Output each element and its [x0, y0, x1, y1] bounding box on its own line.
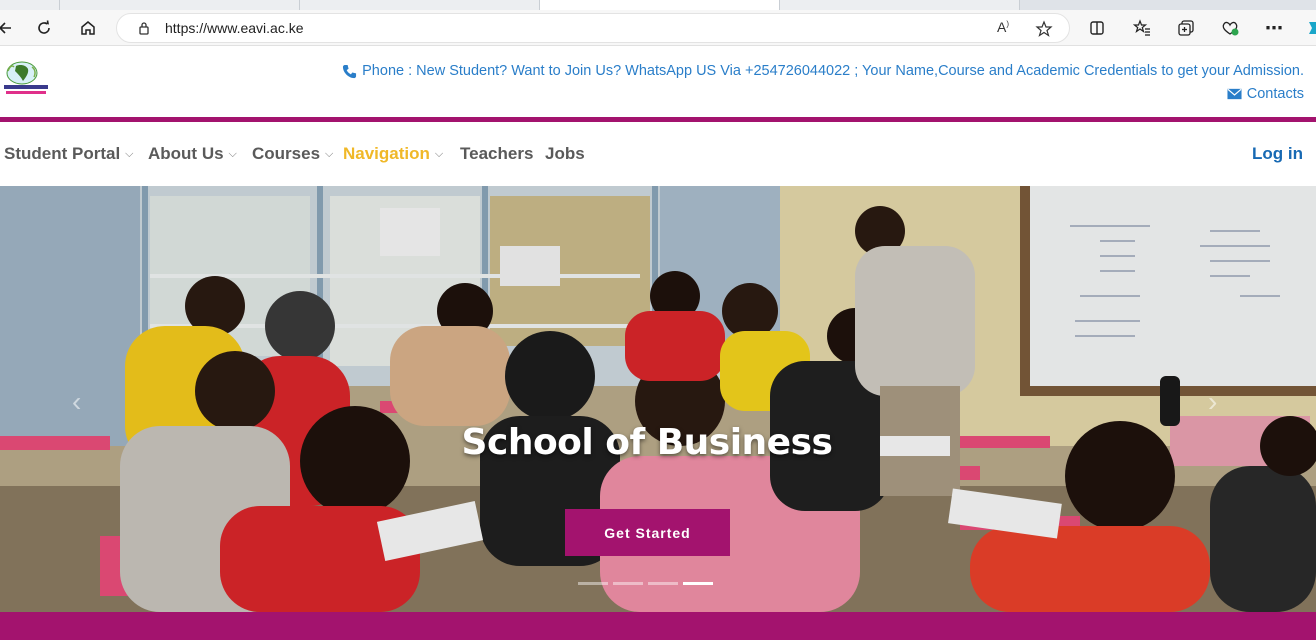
nav-label[interactable]: Student Portal — [4, 144, 120, 164]
get-started-button[interactable]: Get Started — [565, 509, 730, 556]
nav-student-portal[interactable]: Student Portal ⌵ — [4, 144, 134, 164]
nav-courses[interactable]: Courses ⌵ — [252, 144, 333, 164]
browser-tab-strip — [0, 0, 1316, 10]
favorites-icon[interactable] — [1128, 14, 1156, 42]
nav-about-us[interactable]: About Us ⌵ — [148, 144, 237, 164]
nav-label[interactable]: About Us — [148, 144, 224, 164]
nav-teachers[interactable]: Teachers — [460, 144, 533, 164]
browser-tab[interactable] — [780, 0, 1020, 10]
chevron-down-icon: ⌵ — [325, 147, 334, 160]
browser-tab[interactable] — [60, 0, 300, 10]
envelope-icon — [1227, 88, 1242, 100]
chevron-down-icon: ⌵ — [228, 147, 237, 160]
nav-label[interactable]: Courses — [252, 144, 320, 164]
carousel-indicator[interactable] — [613, 582, 643, 585]
chevron-down-icon: ⌵ — [434, 147, 444, 160]
nav-label[interactable]: Teachers — [460, 144, 533, 164]
carousel-indicator-active[interactable] — [683, 582, 713, 585]
performance-icon[interactable] — [1216, 14, 1244, 42]
phone-icon — [343, 64, 357, 78]
browser-tab[interactable] — [300, 0, 540, 10]
lock-icon[interactable] — [137, 21, 151, 35]
nav-jobs[interactable]: Jobs — [545, 144, 585, 164]
contacts-link[interactable]: Contacts — [1227, 86, 1304, 102]
login-link[interactable]: Log in — [1252, 144, 1303, 164]
footer-bar — [0, 612, 1316, 640]
browser-tab[interactable] — [0, 0, 60, 10]
more-icon[interactable]: ⋯ — [1260, 14, 1288, 42]
phone-notice: Phone : New Student? Want to Join Us? Wh… — [342, 63, 1304, 79]
nav-label[interactable]: Jobs — [545, 144, 585, 164]
refresh-icon[interactable] — [30, 14, 58, 42]
carousel-indicators — [578, 582, 713, 585]
phone-text: Phone : New Student? Want to Join Us? Wh… — [362, 63, 1304, 79]
collections-icon[interactable] — [1172, 14, 1200, 42]
browser-toolbar: https://www.eavi.ac.ke A) ⋯ — [0, 10, 1316, 46]
address-bar[interactable]: https://www.eavi.ac.ke A) — [116, 13, 1070, 43]
contacts-label[interactable]: Contacts — [1247, 86, 1304, 102]
browser-tab-active[interactable] — [540, 0, 780, 10]
institute-logo[interactable] — [2, 59, 48, 99]
chevron-down-icon: ⌵ — [125, 147, 134, 160]
carousel-prev-icon[interactable]: ‹ — [72, 386, 81, 418]
copilot-icon[interactable] — [1300, 14, 1316, 42]
nav-label[interactable]: Navigation — [343, 144, 430, 164]
hero-title: School of Business — [461, 422, 833, 463]
hero-slider: ‹ › School of Business Get Started — [0, 186, 1316, 612]
split-screen-icon[interactable] — [1083, 14, 1111, 42]
site-header: Phone : New Student? Want to Join Us? Wh… — [0, 47, 1316, 117]
read-aloud-icon[interactable]: A) — [997, 19, 1009, 35]
main-nav: Student Portal ⌵ About Us ⌵ Courses ⌵ Navig… — [0, 122, 1316, 186]
favorite-icon[interactable] — [1035, 20, 1053, 38]
back-icon[interactable] — [0, 14, 18, 42]
nav-navigation[interactable]: Navigation ⌵ — [343, 144, 443, 164]
url-text[interactable]: https://www.eavi.ac.ke — [165, 20, 304, 36]
carousel-indicator[interactable] — [578, 582, 608, 585]
carousel-indicator[interactable] — [648, 582, 678, 585]
home-icon[interactable] — [74, 14, 102, 42]
carousel-next-icon[interactable]: › — [1208, 386, 1217, 418]
